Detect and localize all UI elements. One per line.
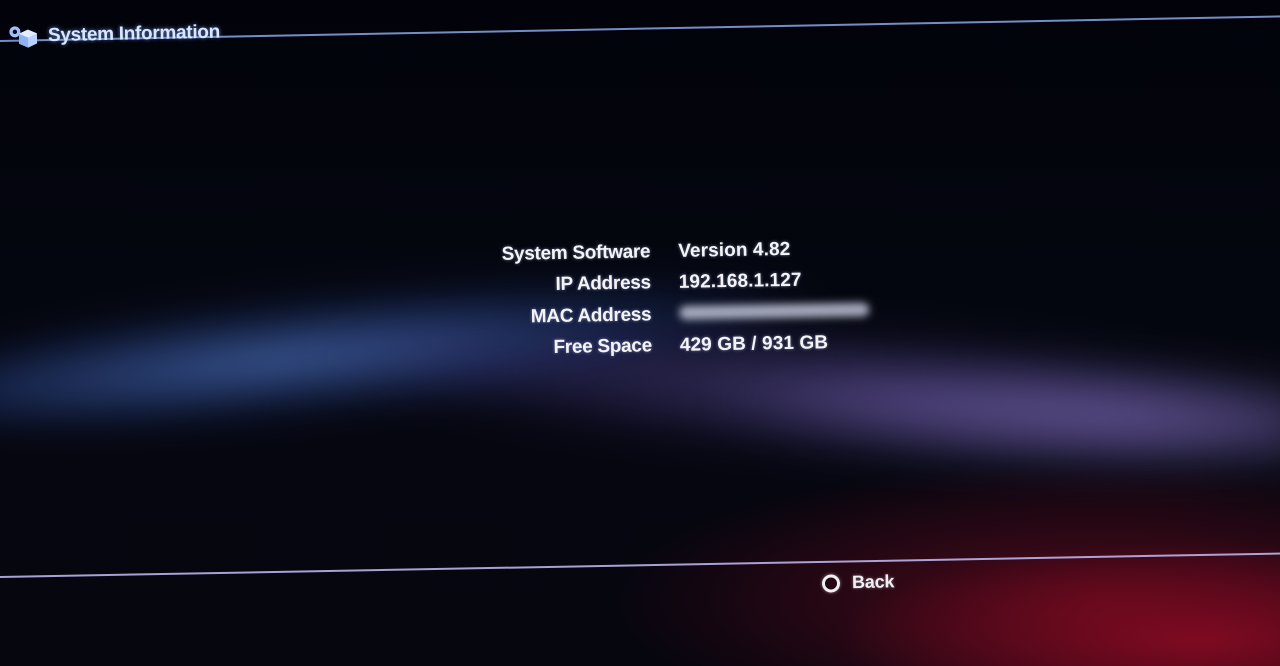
settings-cubes-icon	[9, 26, 38, 48]
circle-button-icon	[821, 573, 841, 593]
redacted-mac-address	[679, 302, 870, 320]
page-title: System Information	[47, 21, 221, 47]
info-value-redacted	[679, 300, 870, 325]
info-label: Free Space	[553, 335, 653, 359]
back-label: Back	[851, 571, 895, 593]
info-label: MAC Address	[530, 304, 652, 328]
page-header: System Information	[8, 20, 220, 50]
info-label: IP Address	[555, 272, 651, 296]
system-info-table: System Software Version 4.82 IP Address …	[440, 233, 870, 366]
info-value: Version 4.82	[678, 238, 791, 262]
info-value: 192.168.1.127	[678, 269, 802, 294]
back-button[interactable]: Back	[821, 571, 895, 593]
info-label: System Software	[501, 241, 651, 265]
info-value: 429 GB / 931 GB	[679, 332, 829, 357]
